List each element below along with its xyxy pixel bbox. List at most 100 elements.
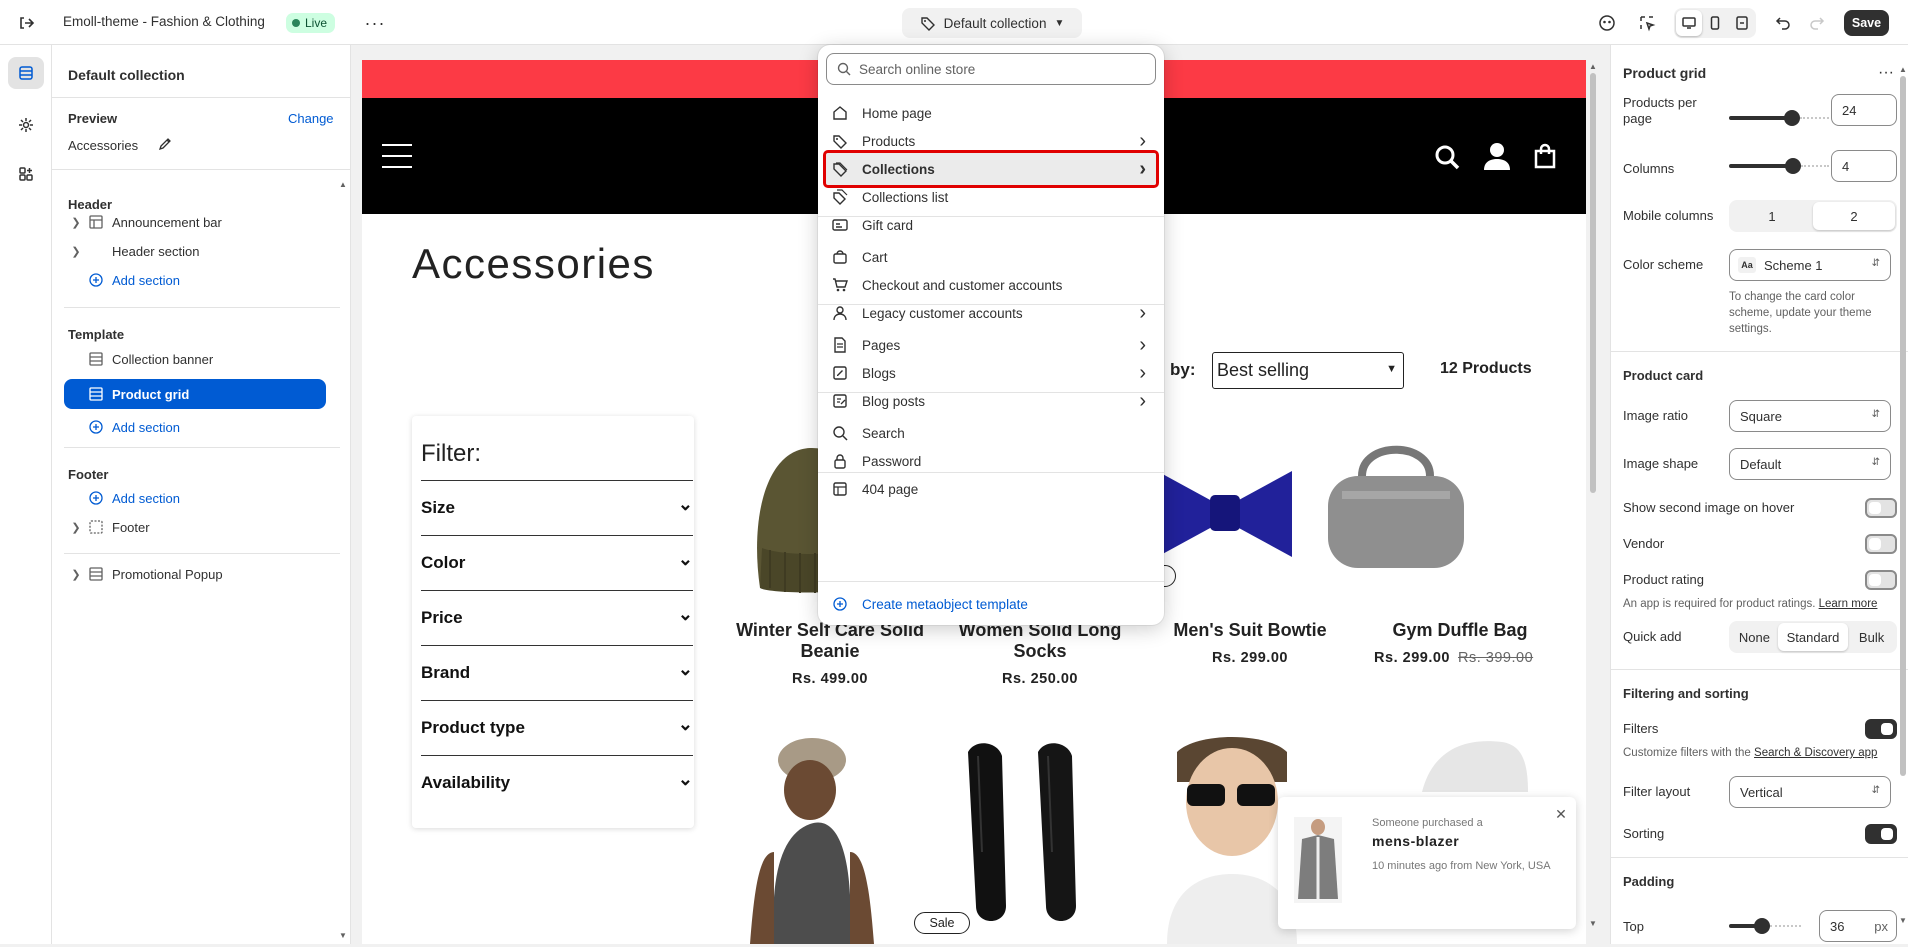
color-scheme-select[interactable]: Aa Scheme 1 ⇵ xyxy=(1729,249,1891,281)
columns-slider[interactable] xyxy=(1729,158,1829,174)
tree-item-collection-banner[interactable]: Collection banner xyxy=(52,345,342,373)
quick-add-none[interactable]: None xyxy=(1731,623,1778,651)
slider-handle[interactable] xyxy=(1785,158,1801,174)
image-shape-select[interactable]: Default ⇵ xyxy=(1729,448,1891,480)
menu-separator xyxy=(818,216,1164,217)
quick-add-standard[interactable]: Standard xyxy=(1777,623,1849,651)
popup-product[interactable]: mens-blazer xyxy=(1372,833,1459,849)
filter-availability[interactable]: Availability ⌄ xyxy=(421,755,693,810)
quick-add-bulk[interactable]: Bulk xyxy=(1848,623,1895,651)
tree-item-announcement-bar[interactable]: ❯ Announcement bar xyxy=(52,208,342,236)
tag-icon xyxy=(920,17,935,31)
app-embeds-icon[interactable] xyxy=(8,158,44,190)
search-input[interactable]: Search online store xyxy=(826,53,1156,85)
theme-settings-icon[interactable] xyxy=(8,109,44,141)
slider-track xyxy=(1801,165,1829,167)
account-icon[interactable] xyxy=(1482,141,1512,171)
filter-brand[interactable]: Brand ⌄ xyxy=(421,645,693,700)
sorting-toggle[interactable] xyxy=(1865,824,1897,844)
products-per-page-input[interactable]: 24 xyxy=(1831,94,1897,126)
template-selector[interactable]: Default collection ▼ xyxy=(902,8,1082,38)
filter-price[interactable]: Price ⌄ xyxy=(421,590,693,645)
product-name[interactable]: Gym Duffle Bag xyxy=(1362,620,1558,641)
product-name[interactable]: Women Solid Long Socks xyxy=(942,620,1138,662)
sort-label: by: xyxy=(1170,360,1196,379)
products-per-page-slider[interactable] xyxy=(1729,110,1829,126)
filter-title: Filter: xyxy=(421,440,481,467)
add-section-template[interactable]: Add section xyxy=(52,413,342,441)
sneaker-image[interactable] xyxy=(1412,732,1532,792)
chevron-right-icon[interactable]: ❯ xyxy=(68,521,84,534)
purchase-notification[interactable]: Someone purchased a mens-blazer 10 minut… xyxy=(1278,797,1576,929)
padding-top-input[interactable]: 36 px xyxy=(1819,910,1897,942)
menu-icon[interactable] xyxy=(382,144,412,168)
menu-item-label: Checkout and customer accounts xyxy=(862,277,1063,293)
undo-icon[interactable] xyxy=(1772,12,1794,34)
mobile-columns-option-2[interactable]: 2 xyxy=(1813,202,1895,230)
slider-handle[interactable] xyxy=(1754,918,1770,934)
chevron-down-icon: ⌄ xyxy=(677,768,693,789)
filters-toggle[interactable] xyxy=(1865,719,1897,739)
cart-bag-icon[interactable] xyxy=(1530,141,1560,171)
sort-select[interactable]: Best selling ▼ xyxy=(1212,352,1404,389)
theme-name[interactable]: Emoll-theme - Fashion & Clothing xyxy=(63,14,265,29)
product-rating-toggle[interactable] xyxy=(1865,570,1897,590)
learn-more-link[interactable]: Learn more xyxy=(1819,598,1878,610)
add-section-header[interactable]: Add section xyxy=(52,266,342,294)
chevron-right-icon[interactable]: ❯ xyxy=(68,568,84,581)
mobile-columns-option-1[interactable]: 1 xyxy=(1731,202,1813,230)
columns-input[interactable]: 4 xyxy=(1831,150,1897,182)
color-scheme-value: Scheme 1 xyxy=(1764,258,1823,273)
select-element-icon[interactable] xyxy=(1636,12,1658,34)
search-icon[interactable] xyxy=(1432,142,1462,172)
heels-image[interactable] xyxy=(950,732,1090,944)
chevron-right-icon[interactable]: ❯ xyxy=(68,216,84,229)
change-preview-link[interactable]: Change xyxy=(288,111,334,126)
filter-product-type[interactable]: Product type ⌄ xyxy=(421,700,693,755)
filter-color[interactable]: Color ⌄ xyxy=(421,535,693,590)
more-actions-icon[interactable]: ··· xyxy=(362,12,388,34)
padding-top-slider[interactable] xyxy=(1729,918,1801,934)
bowtie-image[interactable] xyxy=(1152,463,1297,563)
tree-item-label: Announcement bar xyxy=(112,214,222,230)
preview-scrollbar[interactable]: ▲ ▼ xyxy=(1588,62,1598,928)
desktop-view-icon[interactable] xyxy=(1676,10,1702,36)
product-name[interactable]: Men's Suit Bowtie xyxy=(1152,620,1348,641)
search-discovery-link[interactable]: Search & Discovery app xyxy=(1754,747,1877,759)
inspector-icon[interactable] xyxy=(1596,12,1618,34)
create-metaobject-template[interactable]: Create metaobject template xyxy=(826,588,1156,620)
filters-help-text: Customize filters with the xyxy=(1623,747,1751,759)
duffle-bag-image[interactable] xyxy=(1322,436,1470,588)
second-image-toggle[interactable] xyxy=(1865,498,1897,518)
close-icon[interactable]: ✕ xyxy=(1554,806,1568,822)
image-ratio-select[interactable]: Square ⇵ xyxy=(1729,400,1891,432)
filter-size[interactable]: Size ⌄ xyxy=(421,480,693,535)
menu-item-404-page[interactable]: 404 page xyxy=(826,473,1156,505)
save-button[interactable]: Save xyxy=(1844,10,1889,36)
tree-item-header-section[interactable]: ❯ Header section xyxy=(52,237,342,265)
mobile-view-icon[interactable] xyxy=(1702,10,1728,36)
left-panel-scrollbar[interactable]: ▲ ▼ xyxy=(339,180,347,940)
tree-item-promotional-popup[interactable]: ❯ Promotional Popup xyxy=(52,560,342,588)
edit-pencil-icon[interactable] xyxy=(156,135,174,153)
tag-icon xyxy=(830,133,850,149)
sections-icon[interactable] xyxy=(8,57,44,89)
exit-icon[interactable] xyxy=(14,12,38,34)
menu-item-label: 404 page xyxy=(862,481,919,497)
tree-item-footer[interactable]: ❯ Footer xyxy=(52,513,342,541)
product-name[interactable]: Winter Self Care Solid Beanie xyxy=(732,620,928,662)
menu-item-legacy-customer-accounts[interactable]: Legacy customer accounts › xyxy=(826,297,1156,329)
chevron-right-icon[interactable]: ❯ xyxy=(68,245,84,258)
slider-handle[interactable] xyxy=(1784,110,1800,126)
redo-icon[interactable] xyxy=(1806,12,1828,34)
tree-item-product-grid[interactable]: Product grid xyxy=(64,379,326,409)
more-options-icon[interactable]: ··· xyxy=(1875,64,1897,81)
menu-item-blog-posts[interactable]: Blog posts › xyxy=(826,385,1156,417)
settings-scrollbar[interactable]: ▲ ▼ xyxy=(1899,65,1907,925)
vendor-toggle[interactable] xyxy=(1865,534,1897,554)
filter-layout-select[interactable]: Vertical ⇵ xyxy=(1729,776,1891,808)
menu-item-gift-card[interactable]: Gift card xyxy=(826,209,1156,241)
tank-top-model-image[interactable] xyxy=(734,732,884,944)
fullscreen-view-icon[interactable] xyxy=(1729,10,1755,36)
add-section-footer[interactable]: Add section xyxy=(52,484,342,512)
